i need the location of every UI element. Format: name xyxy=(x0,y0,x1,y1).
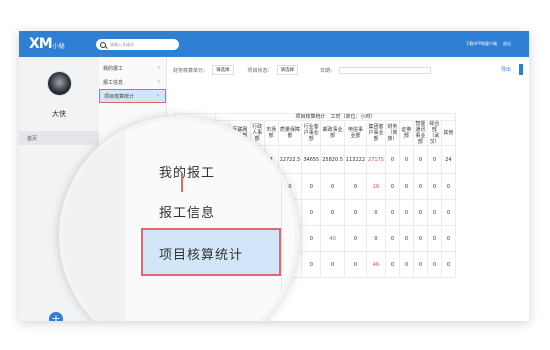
table-cell: 0 xyxy=(384,199,400,226)
avatar[interactable] xyxy=(47,71,72,96)
finance-unit-label: 财务核算单元： xyxy=(173,67,209,74)
top-bar: XM小秘 请输入关键词 下载APP和客户端 退出 xyxy=(19,31,529,57)
table-cell: 0 xyxy=(412,199,428,226)
column-header: 行业客户事业部 xyxy=(301,120,322,146)
project-status-label: 项目状态： xyxy=(247,67,273,74)
table-cell: 27175 xyxy=(366,145,386,174)
table-cell: 0 xyxy=(412,145,428,174)
table-cell: 26 xyxy=(366,173,386,200)
column-header: 财务（商旅） xyxy=(384,120,400,146)
submenu-item-project-stats[interactable]: 项目核算统计 › xyxy=(99,89,166,103)
chevron-right-icon: › xyxy=(158,79,160,85)
column-header: 电信事业部 xyxy=(343,120,368,146)
table-cell: 0 xyxy=(320,199,345,226)
download-app-link[interactable]: 下载APP和客户端 xyxy=(465,41,497,47)
table-cell: 0 xyxy=(384,225,400,252)
table-cell: 0 xyxy=(301,199,322,226)
app-window: XM小秘 请输入关键词 下载APP和客户端 退出 大侠 首页 + 我的报工 › 报… xyxy=(19,31,529,321)
table-cell: 0 xyxy=(440,225,456,252)
submenu-item-my-report[interactable]: 我的报工 › xyxy=(99,61,166,75)
column-header: 邮政事业部 xyxy=(320,120,345,146)
table-cell: 0 xyxy=(426,199,442,226)
column-header: 智能通讯事业部 xyxy=(412,120,428,146)
table-cell: 0 xyxy=(384,251,400,278)
table-cell: 0 xyxy=(301,225,322,252)
column-header: 其他 xyxy=(440,120,456,146)
table-cell: 24 xyxy=(440,145,456,174)
table-cell: 0 xyxy=(412,251,428,278)
magnified-item-my-report: 我的报工 xyxy=(159,166,216,181)
project-status-select[interactable]: 请选择 xyxy=(276,65,299,75)
magnified-item-project-stats: 项目核算统计 xyxy=(141,228,281,276)
table-cell: 113222 xyxy=(343,145,368,174)
table-cell: 0 xyxy=(320,251,345,278)
finance-unit-select[interactable]: 请选择 xyxy=(212,65,234,75)
table-cell: 0 xyxy=(343,225,368,252)
table-cell: 40 xyxy=(320,225,345,252)
table-cell: 0 xyxy=(384,173,400,200)
submenu-item-report-info[interactable]: 报工信息 › xyxy=(99,75,166,89)
table-cell: 0 xyxy=(320,173,345,200)
table-cell: 0 xyxy=(440,173,456,200)
table-cell: 0 xyxy=(412,173,428,200)
table-cell: 0 xyxy=(426,225,442,252)
table-cell: 0 xyxy=(398,251,414,278)
search-input[interactable]: 请输入关键词 xyxy=(96,39,179,50)
table-cell: 0 xyxy=(398,225,414,252)
chevron-right-icon: › xyxy=(158,65,160,71)
table-cell: 0 xyxy=(366,225,386,252)
column-header: 集团客户事业部 xyxy=(366,120,386,146)
table-cell: 0 xyxy=(398,199,414,226)
export-button[interactable]: 导出 xyxy=(501,66,511,73)
table-cell: 25820.5 xyxy=(320,145,345,174)
table-cell: 0 xyxy=(412,225,428,252)
table-cell: 0 xyxy=(440,199,456,226)
date-range-input[interactable] xyxy=(339,66,432,74)
magnified-indicator xyxy=(181,174,183,192)
column-header: 综合部（武汉） xyxy=(426,120,442,146)
search-icon xyxy=(100,41,106,48)
table-cell: 0 xyxy=(384,145,400,174)
table-cell: 0 xyxy=(398,173,414,200)
date-label: 日期： xyxy=(320,67,336,74)
add-button[interactable]: + xyxy=(49,312,63,321)
app-logo[interactable]: XM小秘 xyxy=(29,36,65,52)
table-cell: 0 xyxy=(366,199,386,226)
magnifier-lens: 我的报工 报工信息 项目核算统计 xyxy=(59,116,299,321)
table-cell: 0 xyxy=(426,145,442,174)
table-cell: 0 xyxy=(343,173,368,200)
table-cell: 0 xyxy=(301,251,322,278)
chevron-right-icon: › xyxy=(157,93,159,99)
table-cell: 34655 xyxy=(301,145,322,174)
magnified-item-report-info: 报工信息 xyxy=(159,206,216,221)
table-cell: 46 xyxy=(366,251,386,278)
table-cell: 0 xyxy=(301,173,322,200)
table-cell: 0 xyxy=(398,145,414,174)
logout-link[interactable]: 退出 xyxy=(503,41,511,47)
table-cell: 0 xyxy=(426,173,442,200)
user-name: 大侠 xyxy=(52,110,66,118)
scroll-handle[interactable] xyxy=(519,64,523,75)
table-cell: 0 xyxy=(343,199,368,226)
table-cell: 0 xyxy=(426,251,442,278)
table-cell: 0 xyxy=(440,251,456,278)
table-cell: 0 xyxy=(343,251,368,278)
column-header: 证券部 xyxy=(398,120,414,146)
